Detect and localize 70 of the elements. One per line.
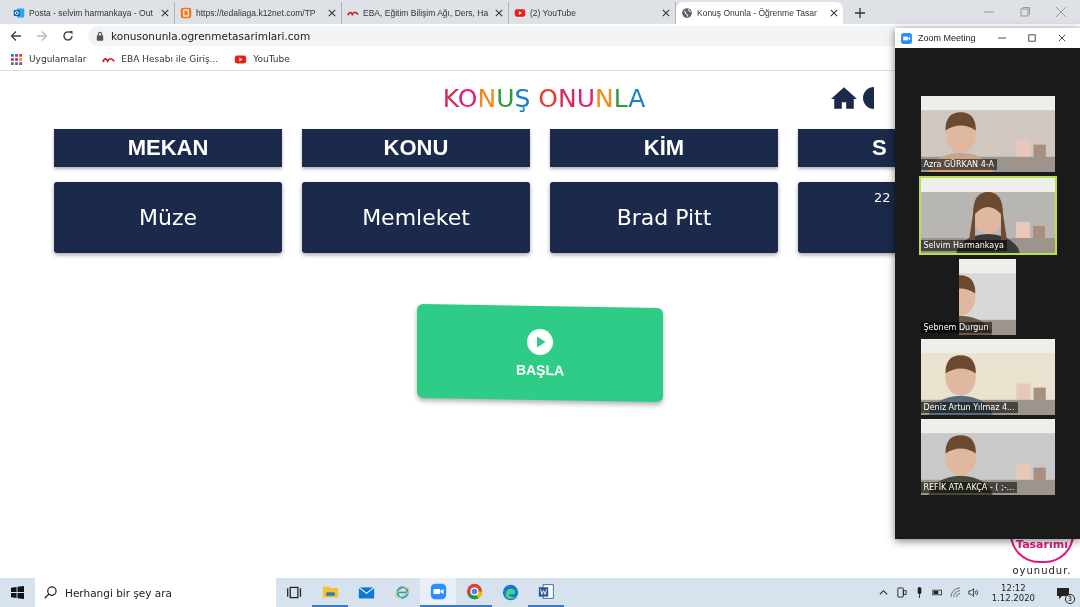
camera-icon xyxy=(901,32,912,44)
category-card: Müze xyxy=(54,182,282,253)
tab-title: Konuş Onunla - Öğrenme Tasar xyxy=(697,8,818,18)
time-text: 12:12 xyxy=(1001,582,1026,593)
browser-icon xyxy=(501,584,519,601)
bookmark[interactable]: YouTube xyxy=(234,53,290,65)
play-icon xyxy=(526,327,554,357)
maximize-icon[interactable] xyxy=(1027,34,1036,42)
tab-title: Posta - selvim harmankaya - Out xyxy=(29,8,154,18)
close-icon[interactable] xyxy=(495,9,503,17)
close-icon[interactable] xyxy=(662,9,670,17)
category-card: Memleket xyxy=(302,182,530,253)
chevron-up-icon[interactable] xyxy=(877,587,889,598)
browser-tab[interactable]: Konuş Onunla - Öğrenme Tasar xyxy=(676,2,843,24)
apps-grid-icon xyxy=(10,53,23,65)
close-icon[interactable] xyxy=(1057,34,1066,42)
document-icon xyxy=(537,583,555,600)
home-icon[interactable] xyxy=(831,86,858,110)
globe-icon xyxy=(681,7,693,19)
participant-name: Deniz Artun Yılmaz 4... xyxy=(920,402,1018,413)
video-tile[interactable]: REFİK ATA AKÇA - ( ;-... xyxy=(920,419,1055,495)
category-heading: MEKAN xyxy=(54,129,282,167)
phone-icon[interactable] xyxy=(895,587,907,598)
notification-icon[interactable] xyxy=(1056,586,1070,601)
video-tile[interactable]: Selvim Harmankaya xyxy=(918,176,1057,255)
window-title: Zoom Meeting xyxy=(918,33,976,43)
participant-name: Azra GÜRKAN 4-A xyxy=(920,159,997,170)
category-card: Brad Pitt xyxy=(550,182,778,253)
clock[interactable]: 12:12 1.12.2020 xyxy=(991,582,1035,603)
volume-icon[interactable] xyxy=(967,587,979,598)
video-site-icon xyxy=(514,7,526,19)
participant-name: Şebnem Durgun xyxy=(920,322,992,333)
browser-tab[interactable]: Posta - selvim harmankaya - Out xyxy=(8,2,175,24)
battery-icon[interactable] xyxy=(931,587,943,598)
close-icon[interactable] xyxy=(328,9,336,17)
folder-icon xyxy=(321,583,339,600)
site-icon xyxy=(180,7,192,19)
search-field[interactable]: Herhangi bir şey ara xyxy=(35,578,276,607)
video-tile[interactable]: Deniz Artun Yılmaz 4... xyxy=(920,339,1055,415)
start-icon[interactable] xyxy=(11,586,24,599)
brand-caption: oyunudur. xyxy=(1012,565,1072,576)
task-view-icon xyxy=(285,584,303,601)
category-heading: KONU xyxy=(302,129,530,167)
video-tile[interactable]: Azra GÜRKAN 4-A xyxy=(920,96,1055,172)
url-text: konusonunla.ogrenmetasarimlari.com xyxy=(111,30,311,42)
site-logo: KONUŞ ONUNLA xyxy=(442,83,646,113)
close-icon[interactable] xyxy=(161,9,169,17)
date-text: 1.12.2020 xyxy=(991,592,1035,603)
browser-icon xyxy=(393,584,411,601)
video-site-icon xyxy=(234,53,248,65)
envelope-icon xyxy=(357,584,375,601)
bookmark[interactable]: EBA Hesabı ile Giriş... xyxy=(102,53,219,65)
reload-icon[interactable] xyxy=(62,30,74,42)
wifi-icon[interactable] xyxy=(949,587,961,598)
browser-tab[interactable]: https://tedaliaga.k12net.com/TP xyxy=(175,2,342,24)
camera-icon xyxy=(429,583,447,600)
browser-icon xyxy=(465,583,483,600)
participant-name: Selvim Harmankaya xyxy=(920,240,1007,251)
category-heading: KİM xyxy=(550,129,778,167)
mail-app-icon xyxy=(13,7,25,19)
tab-title: (2) YouTube xyxy=(530,8,577,18)
bookmark[interactable]: Uygulamalar xyxy=(10,53,87,65)
tab-title: EBA, Eğitim Bilişim Ağı, Ders, Ha xyxy=(363,8,490,18)
browser-tab[interactable]: EBA, Eğitim Bilişim Ağı, Ders, Ha xyxy=(342,2,509,24)
new-tab-icon[interactable] xyxy=(855,8,865,18)
tab-title: https://tedaliaga.k12net.com/TP xyxy=(196,8,317,18)
participant-name: REFİK ATA AKÇA - ( ;-... xyxy=(920,482,1018,493)
lock-icon xyxy=(96,31,104,41)
back-icon[interactable] xyxy=(10,30,22,42)
close-icon[interactable] xyxy=(830,9,838,17)
